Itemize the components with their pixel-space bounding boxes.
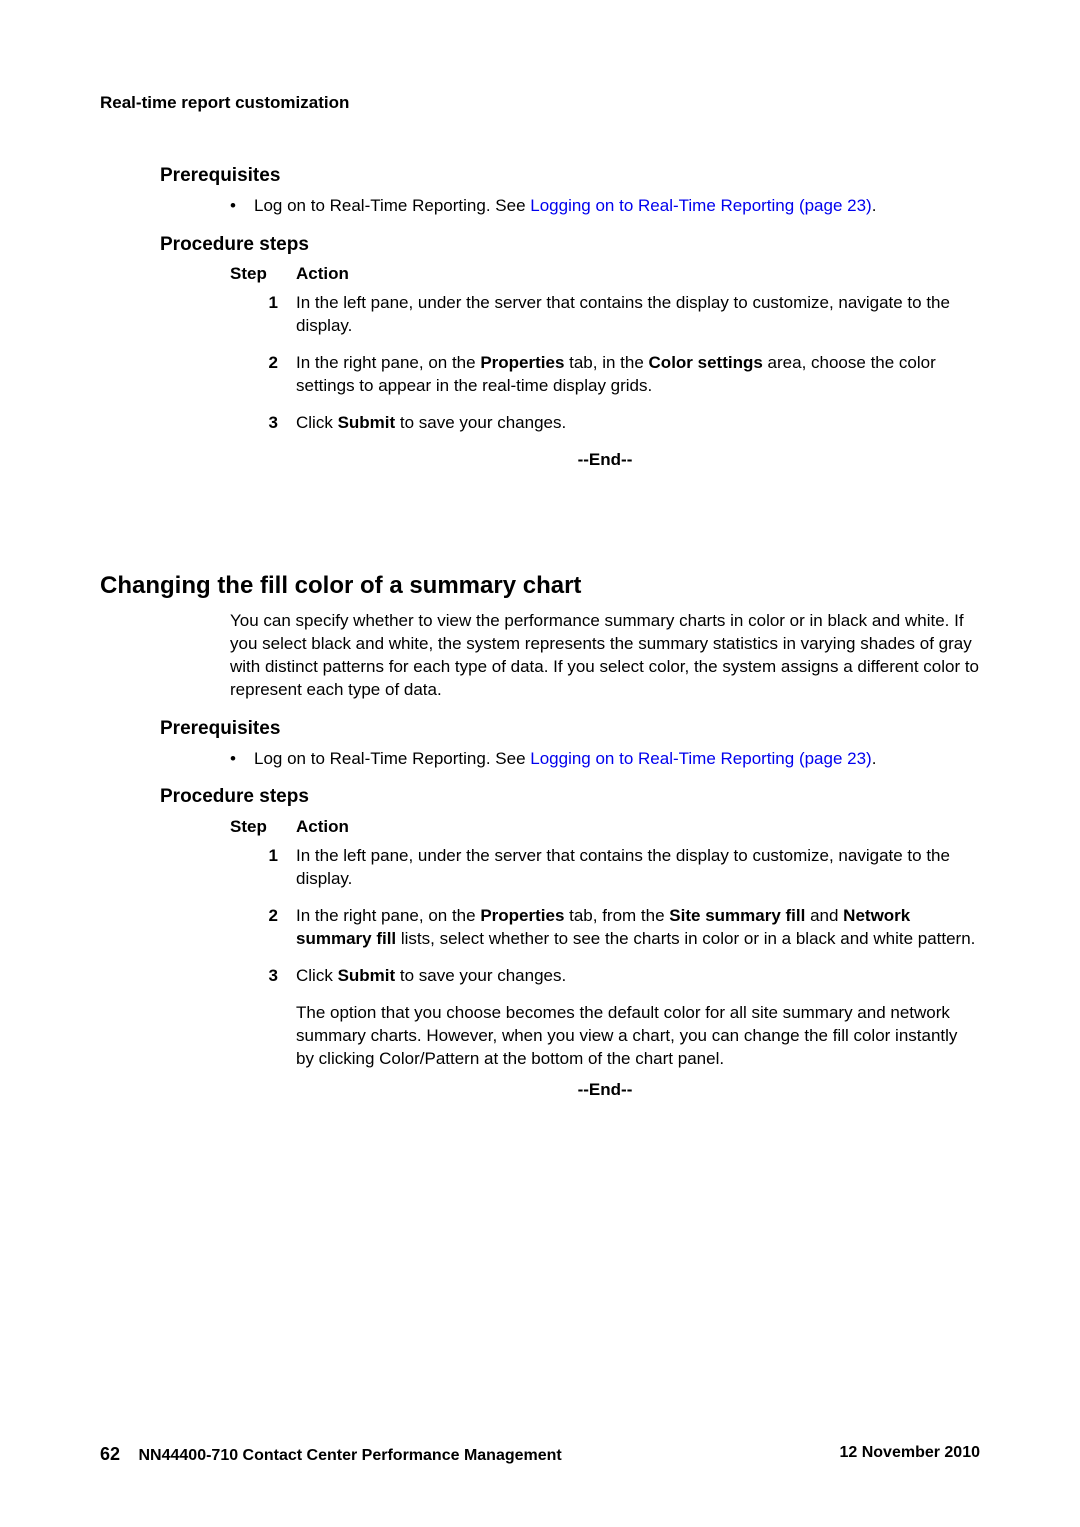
- header-step: Step: [230, 263, 296, 286]
- step-row: 2 In the right pane, on the Properties t…: [230, 352, 980, 398]
- bullet-dot-icon: •: [230, 195, 254, 218]
- text: .: [872, 196, 877, 215]
- bullet-text: Log on to Real-Time Reporting. See Loggi…: [254, 195, 876, 218]
- step-number: 3: [230, 412, 296, 435]
- step-note: The option that you choose becomes the d…: [296, 1002, 980, 1071]
- link-logging-on[interactable]: Logging on to Real-Time Reporting (page …: [530, 749, 871, 768]
- bullet-text: Log on to Real-Time Reporting. See Loggi…: [254, 748, 876, 771]
- end-marker: --End--: [230, 449, 980, 472]
- step-action: Click Submit to save your changes.: [296, 412, 980, 435]
- step-table-header: Step Action: [230, 263, 980, 286]
- step-row: 1 In the left pane, under the server tha…: [230, 292, 980, 338]
- text: Click: [296, 413, 338, 432]
- step-action: In the right pane, on the Properties tab…: [296, 352, 980, 398]
- step-number: 3: [230, 965, 296, 1071]
- page-footer: 62 NN44400-710 Contact Center Performanc…: [100, 1442, 980, 1467]
- step-row: 1 In the left pane, under the server tha…: [230, 845, 980, 891]
- text: tab, from the: [564, 906, 669, 925]
- step-row: 3 Click Submit to save your changes.: [230, 412, 980, 435]
- text: tab, in the: [564, 353, 648, 372]
- page-number: 62: [100, 1444, 120, 1464]
- text: In the right pane, on the: [296, 906, 480, 925]
- text: to save your changes.: [395, 413, 566, 432]
- text-bold: Submit: [338, 966, 396, 985]
- text: to save your changes.: [395, 966, 566, 985]
- step-number: 1: [230, 845, 296, 891]
- step-action: Click Submit to save your changes. The o…: [296, 965, 980, 1071]
- footer-left: 62 NN44400-710 Contact Center Performanc…: [100, 1442, 562, 1467]
- step-number: 2: [230, 905, 296, 951]
- heading-procedure-steps: Procedure steps: [160, 784, 980, 810]
- step-number: 2: [230, 352, 296, 398]
- section-prerequisites-1: Prerequisites • Log on to Real-Time Repo…: [160, 163, 980, 218]
- text: In the right pane, on the: [296, 353, 480, 372]
- text-bold: Site summary fill: [669, 906, 805, 925]
- step-number: 1: [230, 292, 296, 338]
- doc-title: NN44400-710 Contact Center Performance M…: [138, 1447, 561, 1464]
- header-action: Action: [296, 816, 980, 839]
- section-procedure-2: Procedure steps Step Action 1 In the lef…: [160, 784, 980, 1101]
- header-step: Step: [230, 816, 296, 839]
- step-action: In the right pane, on the Properties tab…: [296, 905, 980, 951]
- section-procedure-1: Procedure steps Step Action 1 In the lef…: [160, 232, 980, 472]
- text: Log on to Real-Time Reporting. See: [254, 196, 530, 215]
- running-head: Real-time report customization: [100, 92, 980, 115]
- section-prerequisites-2: Prerequisites • Log on to Real-Time Repo…: [160, 716, 980, 771]
- header-action: Action: [296, 263, 980, 286]
- heading-prerequisites: Prerequisites: [160, 163, 980, 189]
- step-row: 3 Click Submit to save your changes. The…: [230, 965, 980, 1071]
- step-action: In the left pane, under the server that …: [296, 845, 980, 891]
- text: Click: [296, 966, 338, 985]
- text: .: [872, 749, 877, 768]
- text-bold: Color settings: [649, 353, 763, 372]
- text: lists, select whether to see the charts …: [396, 929, 975, 948]
- link-logging-on[interactable]: Logging on to Real-Time Reporting (page …: [530, 196, 871, 215]
- text: and: [805, 906, 843, 925]
- footer-date: 12 November 2010: [839, 1442, 980, 1467]
- bullet-item: • Log on to Real-Time Reporting. See Log…: [230, 748, 980, 771]
- heading-changing-fill-color: Changing the fill color of a summary cha…: [100, 570, 980, 602]
- text-bold: Submit: [338, 413, 396, 432]
- bullet-item: • Log on to Real-Time Reporting. See Log…: [230, 195, 980, 218]
- section-intro: You can specify whether to view the perf…: [160, 610, 980, 702]
- step-action: In the left pane, under the server that …: [296, 292, 980, 338]
- heading-procedure-steps: Procedure steps: [160, 232, 980, 258]
- text-bold: Properties: [480, 906, 564, 925]
- end-marker: --End--: [230, 1079, 980, 1102]
- heading-prerequisites: Prerequisites: [160, 716, 980, 742]
- step-table-header: Step Action: [230, 816, 980, 839]
- text: Log on to Real-Time Reporting. See: [254, 749, 530, 768]
- bullet-dot-icon: •: [230, 748, 254, 771]
- step-row: 2 In the right pane, on the Properties t…: [230, 905, 980, 951]
- intro-paragraph: You can specify whether to view the perf…: [230, 610, 980, 702]
- document-page: Real-time report customization Prerequis…: [0, 0, 1080, 1527]
- text-bold: Properties: [480, 353, 564, 372]
